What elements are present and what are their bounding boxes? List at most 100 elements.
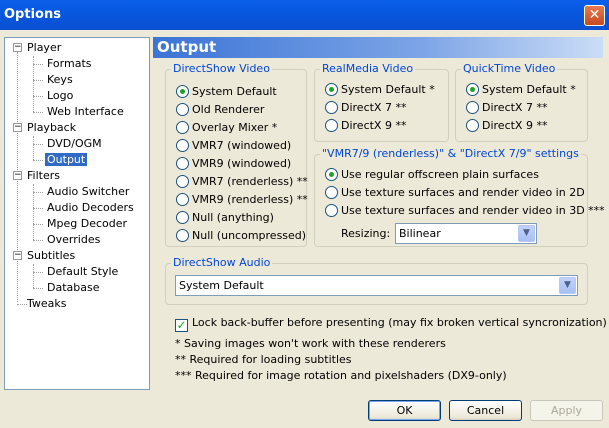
tree-line [33,136,34,160]
vmr-settings-legend: "VMR7/9 (renderless)" & "DirectX 7/9" se… [320,147,581,160]
tree-line [33,64,43,65]
directshow-audio-group: DirectShow Audio System Default ▼ [165,256,588,305]
expander-filters[interactable]: − [13,171,22,180]
chevron-down-icon[interactable]: ▼ [518,225,535,242]
expander-subtitles[interactable]: − [13,251,22,260]
tree-item-mpeg-decoder[interactable]: Mpeg Decoder [47,216,127,232]
radio-icon [176,121,189,134]
tree-line [33,208,43,209]
radio-icon [466,101,479,114]
radio-icon [176,229,189,242]
tree-line [33,288,43,289]
expander-playback[interactable]: − [13,123,22,132]
realmedia-video-group: RealMedia Video System Default * DirectX… [314,62,449,142]
output-panel: Output DirectShow Video System Default O… [153,37,607,390]
qt-option-directx9[interactable]: DirectX 9 ** [466,118,547,134]
ok-button[interactable]: OK [368,400,441,421]
tree-line [33,96,43,97]
window-title: Options [4,7,61,22]
resizing-select[interactable]: Bilinear ▼ [395,223,537,244]
tree-line [33,144,43,145]
tree-item-audio-decoders[interactable]: Audio Decoders [47,200,134,216]
tree-item-formats[interactable]: Formats [47,56,92,72]
radio-icon [466,119,479,132]
qt-option-directx7[interactable]: DirectX 7 ** [466,100,547,116]
dsv-option-null-anything[interactable]: Null (anything) [176,210,274,226]
title-bar[interactable]: Options ✕ [0,0,609,30]
tree-item-logo[interactable]: Logo [47,88,73,104]
checkmark-icon: ✓ [175,318,188,332]
directshow-audio-select[interactable]: System Default ▼ [175,275,578,296]
tree-item-filters[interactable]: Filters [27,168,60,184]
tree-item-dvd-ogm[interactable]: DVD/OGM [47,136,102,152]
resizing-label: Resizing: [341,227,391,240]
close-button[interactable]: ✕ [584,5,605,26]
tree-item-audio-switcher[interactable]: Audio Switcher [47,184,129,200]
tree-line [33,264,34,288]
radio-icon [176,139,189,152]
tree-item-keys[interactable]: Keys [47,72,73,88]
rm-option-system-default[interactable]: System Default * [325,82,435,98]
tree-item-player[interactable]: Player [27,40,61,56]
quicktime-video-legend: QuickTime Video [461,62,558,75]
tree-item-default-style[interactable]: Default Style [47,264,118,280]
tree-item-database[interactable]: Database [47,280,100,296]
note-saving-images: * Saving images won't work with these re… [175,337,446,350]
tree-item-web-interface[interactable]: Web Interface [47,104,124,120]
vmr-option-offscreen-plain[interactable]: Use regular offscreen plain surfaces [325,167,539,183]
radio-icon [325,83,338,96]
tree-line [33,192,43,193]
panel-title: Output [153,37,603,58]
dsv-option-vmr9-renderless[interactable]: VMR9 (renderless) ** [176,192,308,208]
vmr-option-texture-2d[interactable]: Use texture surfaces and render video in… [325,185,585,201]
apply-button[interactable]: Apply [530,400,603,421]
tree-item-output[interactable]: Output [45,152,88,168]
radio-icon [176,103,189,116]
tree-line [33,224,43,225]
radio-icon [325,168,338,181]
radio-icon [176,175,189,188]
rm-option-directx9[interactable]: DirectX 9 ** [325,118,406,134]
tree-line [33,272,43,273]
vmr-option-texture-3d[interactable]: Use texture surfaces and render video in… [325,203,605,219]
radio-icon [325,204,338,217]
expander-player[interactable]: − [13,43,22,52]
options-tree[interactable]: − Player Formats Keys Logo Web Interface… [4,37,150,390]
lock-backbuffer-checkbox[interactable]: ✓ Lock back-buffer before presenting (may… [175,315,607,332]
dsv-option-vmr7-renderless[interactable]: VMR7 (renderless) ** [176,174,308,190]
radio-icon [176,157,189,170]
rm-option-directx7[interactable]: DirectX 7 ** [325,100,406,116]
note-loading-subtitles: ** Required for loading subtitles [175,353,352,366]
directshow-video-legend: DirectShow Video [171,62,272,75]
radio-icon [176,211,189,224]
dsv-option-vmr7-windowed[interactable]: VMR7 (windowed) [176,138,291,154]
lock-backbuffer-label: Lock back-buffer before presenting (may … [192,316,607,329]
close-icon: ✕ [588,7,601,23]
chevron-down-icon[interactable]: ▼ [559,277,576,294]
dsv-option-vmr9-windowed[interactable]: VMR9 (windowed) [176,156,291,172]
quicktime-video-group: QuickTime Video System Default * DirectX… [455,62,588,142]
qt-option-system-default[interactable]: System Default * [466,82,576,98]
tree-item-tweaks[interactable]: Tweaks [27,296,67,312]
tree-line [17,304,27,305]
tree-line [33,112,43,113]
tree-line [33,160,43,161]
radio-icon [176,85,189,98]
radio-icon [466,83,479,96]
radio-icon [325,186,338,199]
dsv-option-overlay-mixer[interactable]: Overlay Mixer * [176,120,277,136]
directshow-video-group: DirectShow Video System Default Old Rend… [165,62,308,247]
cancel-button[interactable]: Cancel [449,400,522,421]
dsv-option-old-renderer[interactable]: Old Renderer [176,102,264,118]
dsv-option-null-uncompressed[interactable]: Null (uncompressed) [176,228,306,244]
realmedia-video-legend: RealMedia Video [320,62,416,75]
tree-line [33,240,43,241]
tree-item-playback[interactable]: Playback [27,120,76,136]
directshow-audio-legend: DirectShow Audio [171,256,273,269]
radio-icon [325,119,338,132]
tree-item-overrides[interactable]: Overrides [47,232,100,248]
radio-icon [176,193,189,206]
dsv-option-system-default[interactable]: System Default [176,84,277,100]
vmr-settings-group: "VMR7/9 (renderless)" & "DirectX 7/9" se… [314,147,605,247]
tree-item-subtitles[interactable]: Subtitles [27,248,75,264]
